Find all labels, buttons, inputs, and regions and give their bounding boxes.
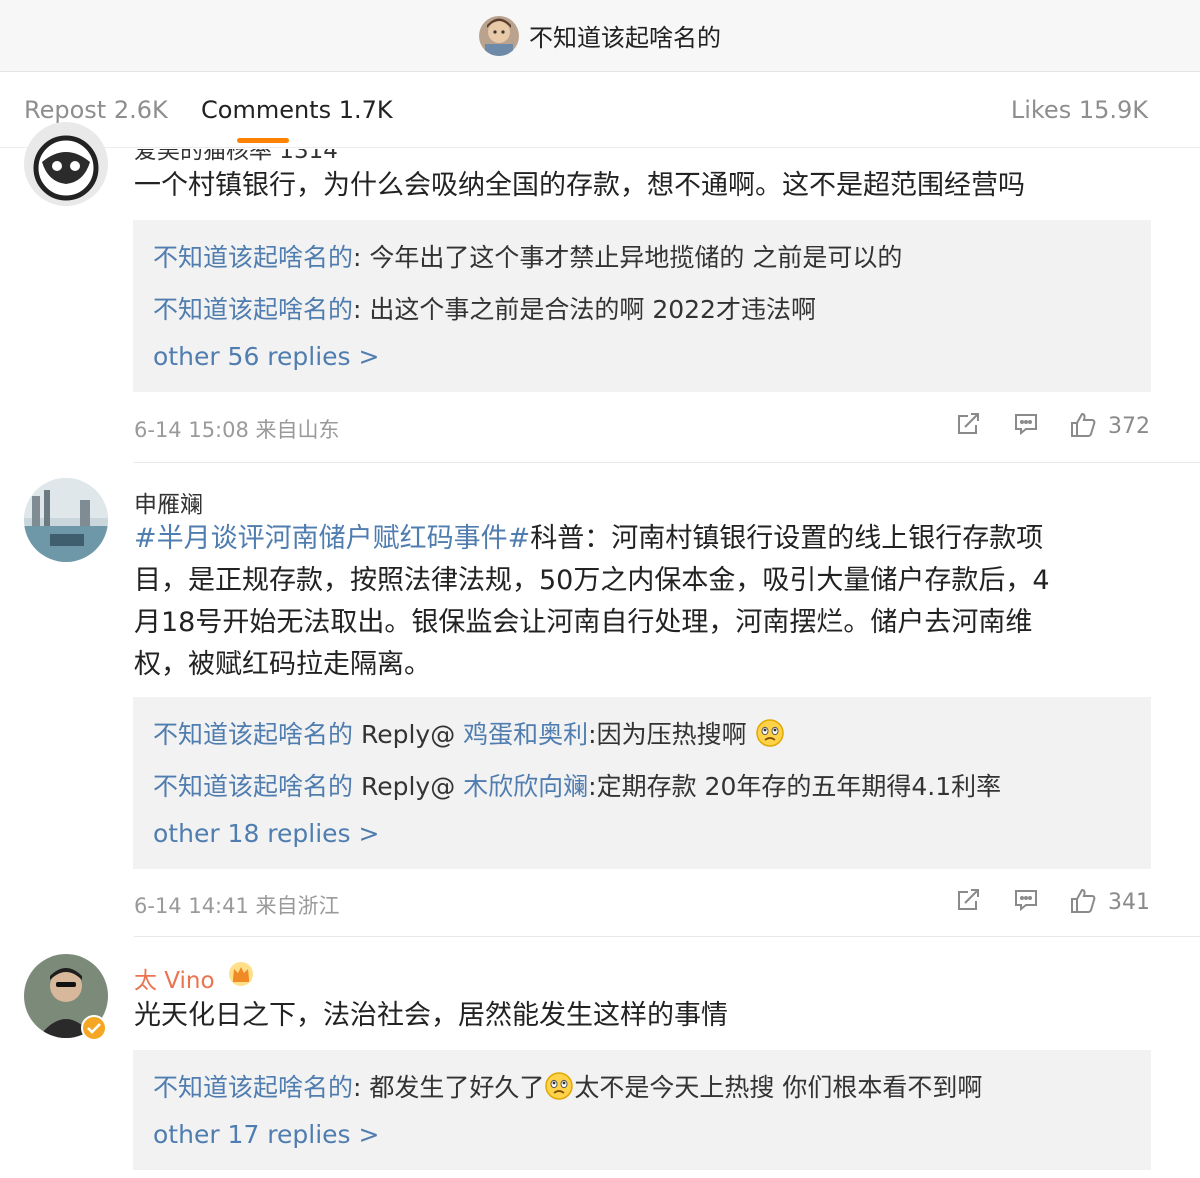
more-replies-link[interactable]: other 56 replies > — [153, 342, 379, 371]
reply-text: 太不是今天上热搜 你们根本看不到啊 — [574, 1073, 983, 1102]
reply-line[interactable]: 不知道该起啥名的 Reply@ 鸡蛋和奥利:因为压热搜啊 — [153, 715, 785, 754]
top-bar: 不知道该起啥名的 — [0, 0, 1200, 72]
comment-actions: 372 — [950, 410, 1150, 444]
reply-author[interactable]: 不知道该起啥名的 — [153, 772, 353, 801]
reply-line[interactable]: 不知道该起啥名的: 都发生了好久了 太不是今天上热搜 你们根本看不到啊 — [153, 1068, 982, 1107]
mention-link[interactable]: 木欣欣向斓 — [463, 772, 588, 801]
comment-actions: 341 — [950, 886, 1150, 920]
reply-line[interactable]: 不知道该起啥名的: 出这个事之前是合法的啊 2022才违法啊 — [153, 290, 816, 326]
comment-text: 一个村镇银行，为什么会吸纳全国的存款，想不通啊。这不是超范围经营吗 — [134, 170, 1025, 201]
crown-icon — [227, 961, 255, 991]
tab-likes[interactable]: Likes 15.9K — [1011, 96, 1148, 124]
reply-author[interactable]: 不知道该起啥名的 — [153, 243, 353, 272]
username[interactable]: 爱吴的猫核率 1314 — [134, 149, 338, 163]
reply-author[interactable]: 不知道该起啥名的 — [153, 1073, 353, 1102]
like-icon[interactable] — [1068, 886, 1098, 920]
reply-box: 不知道该起啥名的: 今年出了这个事才禁止异地揽储的 之前是可以的 不知道该起啥名… — [133, 220, 1151, 392]
hashtag-link[interactable]: #半月谈评河南储户赋红码事件# — [134, 523, 530, 554]
like-count: 341 — [1108, 890, 1150, 915]
tab-bar: Repost 2.6K Comments 1.7K Likes 15.9K — [0, 72, 1200, 148]
reply-box: 不知道该起啥名的: 都发生了好久了 太不是今天上热搜 你们根本看不到啊 othe… — [133, 1050, 1151, 1170]
reply-author[interactable]: 不知道该起啥名的 — [153, 720, 353, 749]
author-avatar[interactable] — [479, 15, 519, 56]
avatar[interactable] — [24, 122, 108, 206]
comment-meta: 6-14 14:41 来自浙江 — [134, 894, 340, 918]
reply-author[interactable]: 不知道该起啥名的 — [153, 295, 353, 324]
tab-repost[interactable]: Repost 2.6K — [24, 96, 168, 124]
like-icon[interactable] — [1068, 410, 1098, 444]
repost-icon[interactable] — [954, 886, 982, 918]
reply-text: : 都发生了好久了 — [353, 1073, 545, 1102]
reply-text: : 今年出了这个事才禁止异地揽储的 之前是可以的 — [353, 243, 903, 272]
more-replies-link[interactable]: other 18 replies > — [153, 819, 379, 848]
divider — [134, 936, 1200, 937]
reply-text: :因为压热搜啊 — [588, 720, 747, 749]
more-replies-link[interactable]: other 17 replies > — [153, 1120, 379, 1149]
comment-text: 光天化日之下，法治社会，居然能发生这样的事情 — [134, 1000, 728, 1031]
reply-line[interactable]: 不知道该起啥名的 Reply@ 木欣欣向斓:定期存款 20年存的五年期得4.1利… — [153, 767, 1001, 803]
comment-icon[interactable] — [1012, 886, 1040, 918]
divider — [134, 462, 1200, 463]
reply-text: :定期存款 20年存的五年期得4.1利率 — [588, 772, 1002, 801]
reply-box: 不知道该起啥名的 Reply@ 鸡蛋和奥利:因为压热搜啊 不知道该起啥名的 Re… — [133, 697, 1151, 869]
comment-meta: 6-14 15:08 来自山东 — [134, 418, 340, 442]
comment-icon[interactable] — [1012, 410, 1040, 442]
sad-emoji-icon — [544, 1071, 574, 1107]
avatar[interactable] — [24, 478, 108, 562]
comment-text: #半月谈评河南储户赋红码事件#科普：河南村镇银行设置的线上银行存款项 目，是正规… — [134, 523, 1050, 680]
page-title: 不知道该起啥名的 — [529, 24, 721, 52]
repost-icon[interactable] — [954, 410, 982, 442]
username[interactable]: 太 Vino — [134, 961, 215, 995]
reply-text: : 出这个事之前是合法的啊 2022才违法啊 — [353, 295, 816, 324]
reply-line[interactable]: 不知道该起啥名的: 今年出了这个事才禁止异地揽储的 之前是可以的 — [153, 238, 902, 274]
tab-comments[interactable]: Comments 1.7K — [201, 96, 393, 124]
like-count: 372 — [1108, 414, 1150, 439]
active-tab-indicator — [237, 138, 289, 143]
mention-link[interactable]: 鸡蛋和奥利 — [463, 720, 588, 749]
verified-badge-icon — [80, 1014, 108, 1046]
username[interactable]: 申雁斓 — [134, 485, 203, 519]
sad-emoji-icon — [755, 718, 785, 754]
